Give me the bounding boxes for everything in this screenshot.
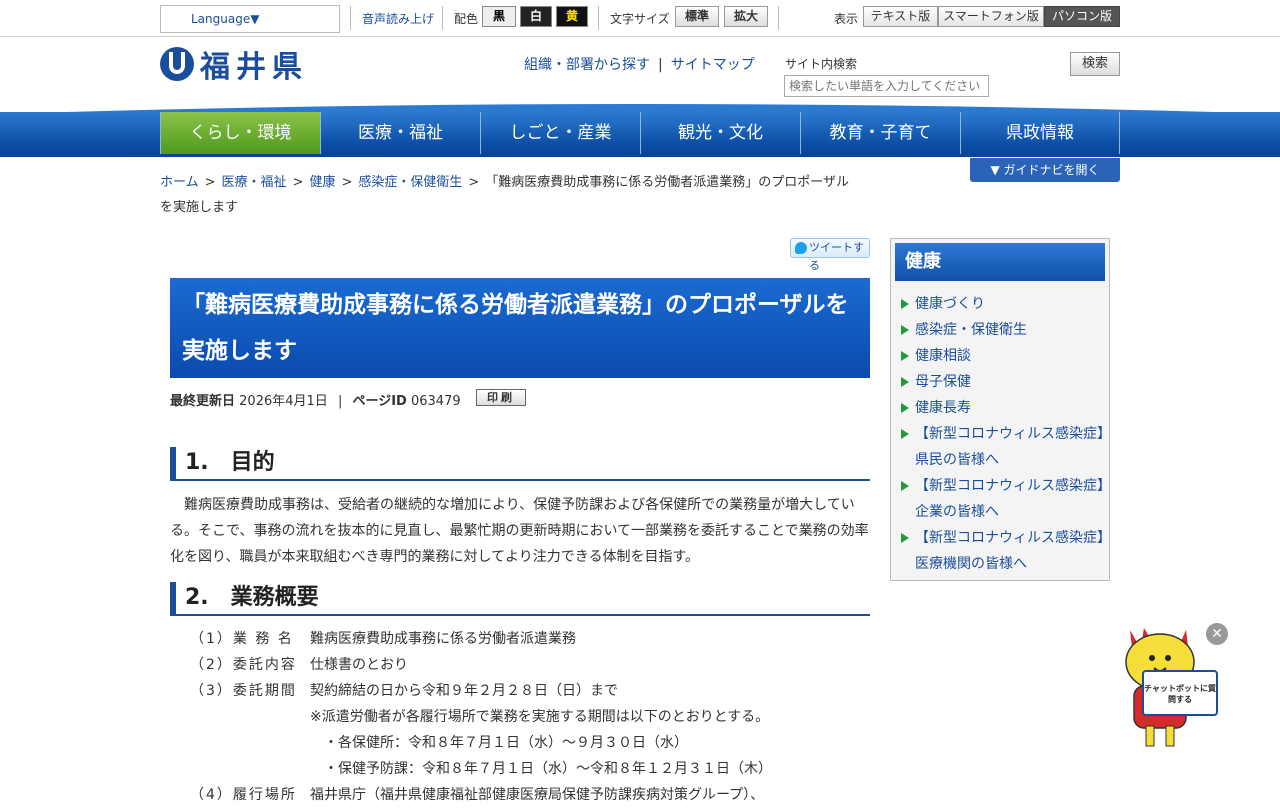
color-white-button[interactable]: 白 (520, 6, 552, 27)
side-item-maternal[interactable]: 母子保健 (901, 369, 1109, 395)
side-item-longevity[interactable]: 健康長寿 (901, 395, 1109, 421)
item-key (190, 756, 310, 782)
breadcrumb-medical[interactable]: 医療・福祉 (222, 175, 287, 190)
divider (598, 6, 599, 30)
side-nav-heading: 健康 (895, 243, 1105, 281)
guide-navi-button[interactable]: ▼ ガイドナビを開く (970, 158, 1120, 182)
item-value: 福井県庁（福井県健康福祉部健康医療局保健予防課疾病対策グループ）、 (310, 787, 765, 803)
list-item: （4）履行場所 福井県庁（福井県健康福祉部健康医療局保健予防課疾病対策グループ）、 (190, 782, 870, 808)
list-item: ・各保健所：令和８年７月１日（水）～９月３０日（水） (190, 730, 870, 756)
list-item: （1）業 務 名難病医療費助成事務に係る労働者派遣業務 (190, 626, 870, 652)
nav-tourism-culture[interactable]: 観光・文化 (640, 112, 800, 154)
breadcrumb-home[interactable]: ホーム (160, 175, 199, 190)
global-nav: くらし・環境 医療・福祉 しごと・産業 観光・文化 教育・子育て 県政情報 (0, 104, 1280, 157)
page-title: 「難病医療費助成事務に係る労働者派遣業務」のプロポーザルを実施します (170, 278, 870, 378)
nav-medical-welfare[interactable]: 医療・福祉 (320, 112, 480, 154)
chatbot-close-icon[interactable]: ✕ (1206, 623, 1228, 645)
breadcrumb: ホーム > 医療・福祉 > 健康 > 感染症・保健衛生 > 「難病医療費助成事務に係る労働者派遣… (160, 175, 850, 215)
voice-reader-link[interactable]: 音声読み上げ (362, 10, 434, 27)
font-large-button[interactable]: 拡大 (724, 6, 768, 27)
list-item: ※派遣労働者が各履行場所で業務を実施する期間は以下のとおりとする。 (190, 704, 870, 730)
nav-work-industry[interactable]: しごと・産業 (480, 112, 640, 154)
item-key: （4）履行場所 (190, 787, 297, 803)
nav-prefectural-info[interactable]: 県政情報 (960, 112, 1120, 154)
side-item-health-promotion[interactable]: 健康づくり (901, 291, 1109, 317)
font-standard-button[interactable]: 標準 (675, 6, 719, 27)
breadcrumb-infection[interactable]: 感染症・保健衛生 (358, 175, 462, 190)
twitter-bird-icon (795, 242, 807, 254)
item-key: （1）業 務 名 (190, 631, 294, 647)
list-item: （3）委託期間 契約締結の日から令和９年２月２８日（日）まで (190, 678, 870, 704)
side-item-consultation[interactable]: 健康相談 (901, 343, 1109, 369)
page-id-label: ページID (352, 394, 407, 409)
item-value: ・各保健所：令和８年７月１日（水）～９月３０日（水） (310, 735, 688, 751)
overview-list: （1）業 務 名難病医療費助成事務に係る労働者派遣業務 （2）委託内容 仕様書のと… (190, 626, 870, 808)
updated-label: 最終更新日 (170, 394, 236, 409)
text-version-button[interactable]: テキスト版 (863, 6, 938, 27)
item-value: 仕様書のとおり (310, 657, 408, 673)
tweet-button[interactable]: ツイートする (790, 238, 870, 272)
font-size-label: 文字サイズ (610, 12, 670, 26)
divider (442, 6, 443, 30)
color-black-button[interactable]: 黒 (482, 6, 516, 27)
search-label: サイト内検索 (785, 57, 858, 71)
item-key: （3）委託期間 (190, 683, 297, 699)
item-key (190, 704, 310, 730)
breadcrumb-health[interactable]: 健康 (309, 175, 335, 190)
nav-education-childcare[interactable]: 教育・子育て (800, 112, 960, 154)
utility-bar: Language▼ 音声読み上げ 配色 黒 白 黄 文字サイズ 標準 拡大 表示… (0, 0, 1280, 37)
side-item-covid-companies[interactable]: 【新型コロナウィルス感染症】企業の皆様へ (901, 473, 1109, 525)
updated-date: 2026年4月1日 (239, 394, 328, 409)
logo-text: 福井県 (200, 50, 308, 85)
nav-living-environment[interactable]: くらし・環境 (160, 112, 320, 154)
print-button[interactable]: 印刷 (476, 389, 526, 406)
org-search-link[interactable]: 組織・部署から探す (524, 57, 650, 73)
side-item-infection[interactable]: 感染症・保健衛生 (901, 317, 1109, 343)
item-value: ※派遣労働者が各履行場所で業務を実施する期間は以下のとおりとする。 (310, 709, 770, 725)
site-logo[interactable]: 福井県 (160, 42, 308, 86)
section-heading-purpose: 1. 目的 (170, 447, 870, 481)
side-item-covid-citizens[interactable]: 【新型コロナウィルス感染症】県民の皆様へ (901, 421, 1109, 473)
purpose-paragraph: 難病医療費助成事務は、受給者の継続的な増加により、保健予防課および各保健所での業… (170, 497, 869, 565)
side-item-covid-medical[interactable]: 【新型コロナウィルス感染症】医療機関の皆様へ (901, 525, 1109, 577)
divider (350, 6, 351, 30)
list-item: ・保健予防課：令和８年７月１日（水）～令和８年１２月３１日（木） (190, 756, 870, 782)
item-value: 難病医療費助成事務に係る労働者派遣業務 (310, 631, 576, 647)
header-links: 組織・部署から探す | サイトマップ (524, 57, 755, 73)
divider (778, 6, 779, 30)
chatbot-sign[interactable]: チャットボットに質問する (1142, 670, 1218, 716)
search-button[interactable]: 検索 (1070, 52, 1120, 76)
sitemap-link[interactable]: サイトマップ (671, 57, 755, 73)
pc-version-button[interactable]: パソコン版 (1044, 6, 1120, 27)
search-input[interactable] (784, 75, 989, 97)
list-item: （2）委託内容 仕様書のとおり (190, 652, 870, 678)
item-value: ・保健予防課：令和８年７月１日（水）～令和８年１２月３１日（木） (310, 761, 772, 777)
prefecture-emblem-icon (160, 47, 194, 81)
display-label: 表示 (834, 12, 859, 26)
color-label: 配色 (454, 12, 479, 26)
language-select[interactable]: Language▼ (160, 5, 340, 33)
smartphone-version-button[interactable]: スマートフォン版 (938, 6, 1044, 27)
page-meta: 最終更新日 2026年4月1日 | ページID 063479 (170, 394, 461, 409)
side-nav: 健康 健康づくり 感染症・保健衛生 健康相談 母子保健 健康長寿 【新型コロナウ… (890, 238, 1110, 581)
page-id: 063479 (410, 394, 461, 409)
item-key: （2）委託内容 (190, 657, 297, 673)
section-heading-overview: 2. 業務概要 (170, 582, 870, 616)
item-key (190, 730, 310, 756)
tweet-label: ツイートする (809, 241, 864, 272)
color-yellow-button[interactable]: 黄 (556, 6, 588, 27)
item-value: 契約締結の日から令和９年２月２８日（日）まで (310, 683, 618, 699)
